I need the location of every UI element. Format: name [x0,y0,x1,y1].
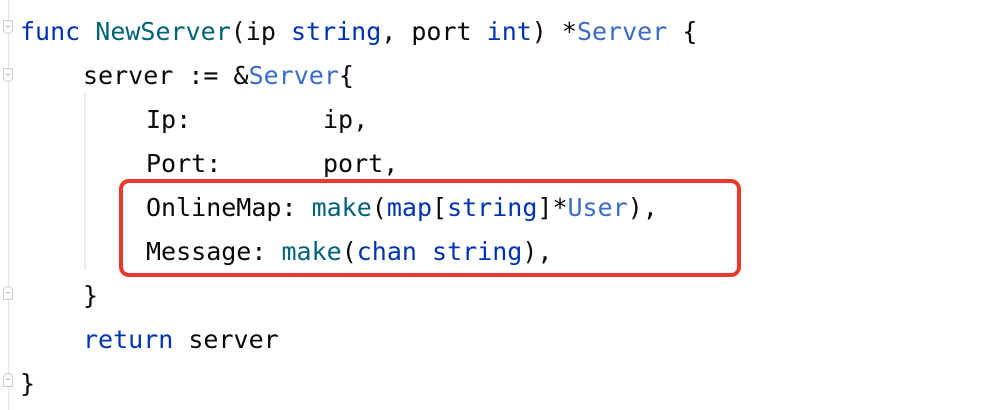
code-text: { [338,61,354,90]
code-line-4: Port: [146,146,221,182]
field-value: ip, [323,105,369,134]
code-text: ) * [531,17,577,46]
keyword: return [83,325,174,354]
code-line-8: return server [83,322,279,358]
code-line-2: server := &Server{ [83,58,354,94]
indent-guide [84,92,86,270]
field-key: Port: [146,149,222,178]
code-text: server := & [83,61,249,90]
code-editor[interactable]: func NewServer(ip string, port int) *Ser… [0,0,982,410]
code-text: { [667,17,698,46]
code-line-7: } [83,278,98,314]
code-text: server [173,325,279,354]
fold-open-icon[interactable] [3,68,13,82]
fold-close-icon[interactable] [3,286,13,300]
fold-open-icon[interactable] [3,20,13,34]
fold-close-icon[interactable] [3,373,13,387]
code-line-3: Ip: [146,102,191,138]
field-key: Ip: [146,105,192,134]
code-text: (ip [230,17,291,46]
code-line-9: } [20,366,35,402]
type-keyword: int [486,17,532,46]
function-name: NewServer [95,17,231,46]
code-text: , port [381,17,487,46]
highlight-annotation-box [119,179,741,277]
keyword: func [20,17,81,46]
closing-brace: } [20,369,36,398]
gutter [8,0,9,410]
code-line-4-value: port, [323,146,398,182]
code-line-1: func NewServer(ip string, port int) *Ser… [20,14,697,50]
type-keyword: string [290,17,382,46]
closing-brace: } [83,281,99,310]
type-name: Server [576,17,668,46]
field-value: port, [323,149,399,178]
type-name: Server [248,61,339,90]
code-line-3-value: ip, [323,102,368,138]
